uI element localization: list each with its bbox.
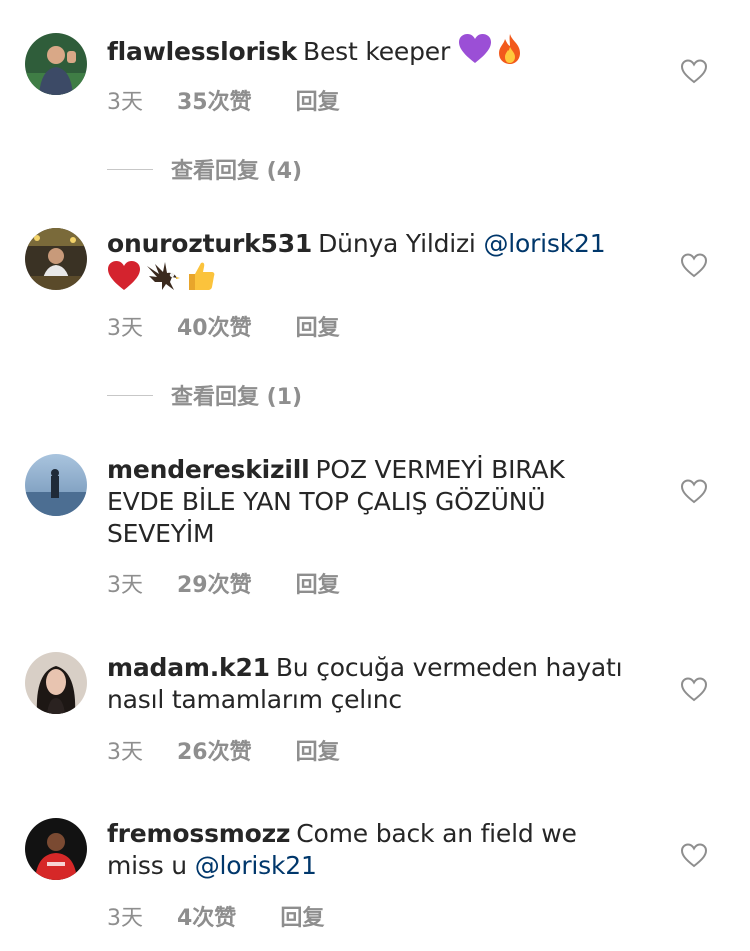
comment-body-line2: miss u [107,851,187,880]
avatar[interactable] [25,228,87,290]
avatar-image [25,33,87,95]
divider [107,394,153,396]
view-replies-label: 查看回复 (4) [171,159,303,184]
reply-button[interactable]: 回复 [296,310,340,342]
view-replies-button[interactable]: 查看回复 (1) [107,380,302,410]
avatar[interactable] [25,33,87,95]
comment-time: 3天 [107,316,143,341]
purple-heart-icon [458,34,492,72]
likes-count[interactable]: 4次赞 [177,900,236,932]
username[interactable]: onurozturk531 [107,229,312,258]
view-replies-button[interactable]: 查看回复 (4) [107,154,302,184]
avatar-image [25,454,87,516]
red-heart-icon [107,261,141,299]
reply-button[interactable]: 回复 [296,567,340,599]
avatar[interactable] [25,818,87,880]
like-heart-icon[interactable] [680,58,708,84]
comment-body-line1: Come back an field we [296,819,577,848]
comment-text: madam.k21 Bu çocuğa vermeden hayatı nasıl… [107,652,647,716]
mention-link[interactable]: @lorisk21 [483,229,605,258]
username[interactable]: flawlesslorisk [107,37,297,66]
likes-count[interactable]: 35次赞 [177,84,252,116]
comment-body: Dünya Yildizi [318,229,476,258]
like-heart-icon[interactable] [680,478,708,504]
thumbs-up-icon [185,260,217,300]
comment-time: 3天 [107,906,143,931]
username[interactable]: menderеskizill [107,455,310,484]
comment-text: fremossmozz Come back an field we miss u … [107,818,647,882]
comment-body-line1: Bu çocuğa vermeden hayatı [275,653,623,682]
comment-meta: 3天 4次赞 回复 [107,900,324,932]
username[interactable]: madam.k21 [107,653,270,682]
fire-icon [496,33,524,73]
divider [107,168,153,170]
avatar-image [25,228,87,290]
reply-button[interactable]: 回复 [296,734,340,766]
comment-body-line2: EVDE BİLE YAN TOP ÇALIŞ GÖZÜNÜ [107,487,546,516]
comment-time: 3天 [107,573,143,598]
avatar[interactable] [25,454,87,516]
like-heart-icon[interactable] [680,842,708,868]
username[interactable]: fremossmozz [107,819,290,848]
avatar-image [25,652,87,714]
comment-time: 3天 [107,90,143,115]
avatar-image [25,818,87,880]
comment-body-line3: SEVEYİM [107,519,215,548]
comment-meta: 3天 40次赞 回复 [107,310,340,342]
likes-count[interactable]: 29次赞 [177,567,252,599]
view-replies-label: 查看回复 (1) [171,385,303,410]
comment-body-line1: POZ VERMEYİ BIRAK [315,455,565,484]
comment-text: onurozturk531 Dünya Yildizi @lorisk21 [107,228,647,300]
likes-count[interactable]: 26次赞 [177,734,252,766]
comment-meta: 3天 26次赞 回复 [107,734,340,766]
comment-text: flawlesslorisk Best keeper [107,33,647,73]
comment-body: Best keeper [303,37,451,66]
reply-button[interactable]: 回复 [280,900,324,932]
comment-meta: 3天 35次赞 回复 [107,84,340,116]
comment-text: menderеskizill POZ VERMEYİ BIRAK EVDE BİL… [107,454,647,550]
mention-link[interactable]: @lorisk21 [195,851,317,880]
comment-time: 3天 [107,740,143,765]
comment-body-line2: nasıl tamamlarım çelınc [107,685,402,714]
avatar[interactable] [25,652,87,714]
reply-button[interactable]: 回复 [296,84,340,116]
likes-count[interactable]: 40次赞 [177,310,252,342]
eagle-icon [145,260,181,300]
like-heart-icon[interactable] [680,676,708,702]
like-heart-icon[interactable] [680,252,708,278]
comment-meta: 3天 29次赞 回复 [107,567,340,599]
